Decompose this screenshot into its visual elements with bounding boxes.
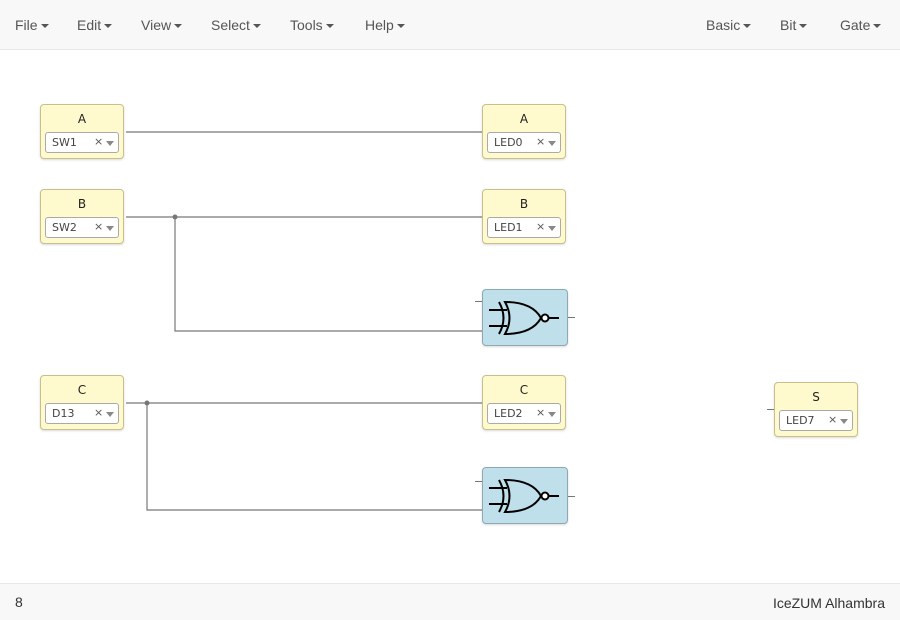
menu-tools[interactable]: Tools <box>290 0 334 50</box>
input-block-a[interactable]: A SW1 × <box>40 104 124 159</box>
input-block-c[interactable]: C D13 × <box>40 375 124 430</box>
block-label: C <box>519 383 529 397</box>
xnor-gate-icon <box>489 300 559 336</box>
menu-gate[interactable]: Gate <box>840 0 882 50</box>
pin-select[interactable]: LED1 × <box>487 217 561 238</box>
pin-value: SW1 <box>52 136 77 149</box>
menu-help-label: Help <box>365 17 394 33</box>
output-port-stub[interactable] <box>568 317 575 318</box>
chevron-down-icon <box>325 24 334 29</box>
pin-select[interactable]: LED2 × <box>487 403 561 424</box>
menu-gate-label: Gate <box>840 17 871 33</box>
wire-junction <box>172 214 178 220</box>
dropdown-arrow-icon[interactable] <box>548 412 556 417</box>
dropdown-arrow-icon[interactable] <box>840 419 848 424</box>
pin-select[interactable]: LED7 × <box>779 410 853 431</box>
pin-select[interactable]: SW1 × <box>45 132 119 153</box>
block-label: S <box>812 390 820 404</box>
menu-file[interactable]: File <box>15 0 49 50</box>
menu-tools-label: Tools <box>290 17 323 33</box>
chevron-down-icon <box>799 24 808 29</box>
pin-value: LED2 <box>494 407 523 420</box>
menu-basic-label: Basic <box>706 17 741 33</box>
output-block-b[interactable]: B LED1 × <box>482 189 566 244</box>
xnor-gate-icon <box>489 478 559 514</box>
clear-icon[interactable]: × <box>94 135 103 148</box>
wire-junction <box>144 400 150 406</box>
dropdown-arrow-icon[interactable] <box>106 412 114 417</box>
chevron-down-icon <box>174 24 183 29</box>
block-label: A <box>519 112 529 126</box>
chevron-down-icon <box>396 24 405 29</box>
dropdown-arrow-icon[interactable] <box>548 141 556 146</box>
menu-view-label: View <box>141 17 172 33</box>
block-label: B <box>77 197 87 211</box>
pin-value: SW2 <box>52 221 77 234</box>
menu-edit-label: Edit <box>77 17 102 33</box>
dropdown-arrow-icon[interactable] <box>106 141 114 146</box>
clear-icon[interactable]: × <box>94 406 103 419</box>
pin-value: LED7 <box>786 414 815 427</box>
clear-icon[interactable]: × <box>828 413 837 426</box>
chevron-down-icon <box>873 24 882 29</box>
chevron-down-icon <box>743 24 752 29</box>
input-port-stub[interactable] <box>475 481 482 482</box>
block-label: B <box>519 197 529 211</box>
menu-bar: File Edit View Select Tools Help Basic B… <box>0 0 900 50</box>
chevron-down-icon <box>104 24 113 29</box>
menu-help[interactable]: Help <box>365 0 405 50</box>
pin-select[interactable]: LED0 × <box>487 132 561 153</box>
status-left-text: 8 <box>15 594 23 610</box>
pin-value: LED0 <box>494 136 523 149</box>
input-port-stub[interactable] <box>767 409 774 410</box>
output-block-c[interactable]: C LED2 × <box>482 375 566 430</box>
output-block-s[interactable]: S LED7 × <box>774 382 858 437</box>
menu-bit-label: Bit <box>780 17 797 33</box>
output-port-stub[interactable] <box>568 496 575 497</box>
output-block-a[interactable]: A LED0 × <box>482 104 566 159</box>
input-block-b[interactable]: B SW2 × <box>40 189 124 244</box>
clear-icon[interactable]: × <box>536 220 545 233</box>
pin-select[interactable]: SW2 × <box>45 217 119 238</box>
dropdown-arrow-icon[interactable] <box>106 226 114 231</box>
menu-bit[interactable]: Bit <box>780 0 808 50</box>
wire-layer <box>126 131 482 511</box>
menu-file-label: File <box>15 17 38 33</box>
status-bar: 8 IceZUM Alhambra <box>0 583 900 620</box>
pin-select[interactable]: D13 × <box>45 403 119 424</box>
design-canvas[interactable]: A SW1 × B SW2 × C D13 × A LED0 × B LED1 … <box>0 51 900 583</box>
chevron-down-icon <box>40 24 49 29</box>
xnor-gate-block-2[interactable] <box>482 467 568 524</box>
menu-select-label: Select <box>211 17 250 33</box>
pin-value: D13 <box>52 407 75 420</box>
wire-b-to-gate1[interactable] <box>174 217 482 332</box>
input-port-stub[interactable] <box>475 301 482 302</box>
pin-value: LED1 <box>494 221 523 234</box>
clear-icon[interactable]: × <box>536 135 545 148</box>
menu-view[interactable]: View <box>141 0 183 50</box>
block-label: A <box>77 112 87 126</box>
menu-select[interactable]: Select <box>211 0 261 50</box>
menu-edit[interactable]: Edit <box>77 0 113 50</box>
xnor-gate-block-1[interactable] <box>482 289 568 346</box>
menu-basic[interactable]: Basic <box>706 0 752 50</box>
board-name[interactable]: IceZUM Alhambra <box>773 595 885 611</box>
wire-c-to-gate2[interactable] <box>146 403 482 511</box>
chevron-down-icon <box>252 24 261 29</box>
dropdown-arrow-icon[interactable] <box>548 226 556 231</box>
block-label: C <box>77 383 87 397</box>
clear-icon[interactable]: × <box>536 406 545 419</box>
clear-icon[interactable]: × <box>94 220 103 233</box>
